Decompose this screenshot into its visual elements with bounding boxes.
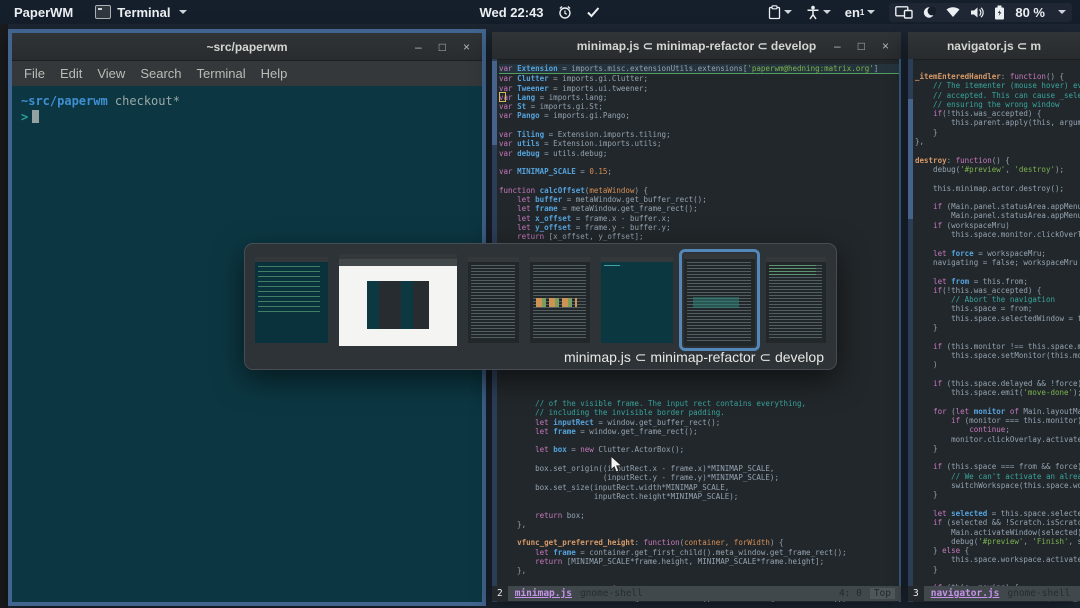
thumbnail-content (601, 262, 673, 343)
switcher-thumbnail-terminal-empty[interactable] (601, 257, 673, 343)
clipboard-button[interactable] (768, 4, 792, 20)
window-number-badge: 2 (492, 586, 508, 601)
menu-edit[interactable]: Edit (60, 66, 82, 81)
modeline-position: 4: 0 (838, 588, 862, 599)
terminal-titlebar[interactable]: ~src/paperwm – □ × (12, 33, 482, 61)
desktop-edge (0, 24, 8, 608)
display-icon (895, 5, 914, 19)
modeline-filename: navigator.js (930, 588, 1000, 599)
top-bar: PaperWM Terminal Wed 22:43 en 1 80 % (0, 0, 1080, 24)
thumbnail-content (530, 262, 590, 343)
code-area-top[interactable]: var Extension = imports.misc.extensionUt… (499, 64, 899, 251)
chevron-down-icon (822, 10, 831, 14)
editor-buffer[interactable]: _itemEnteredHandler: function() { // The… (908, 59, 1080, 602)
night-light-moon-icon (923, 6, 937, 19)
mouse-cursor (610, 454, 624, 480)
terminal-branch: checkout* (107, 94, 180, 108)
clock-button[interactable]: Wed 22:43 (479, 5, 543, 20)
battery-percent-label: 80 % (1015, 4, 1045, 20)
scrollbar[interactable] (908, 59, 913, 602)
window-thumbnail-row (255, 249, 826, 351)
terminal-prompt: > (21, 110, 29, 124)
menu-help[interactable]: Help (261, 66, 288, 81)
editor-modeline: 3 navigator.js gnome-shell (908, 586, 1080, 601)
modeline-scroll: Top (869, 588, 895, 599)
chevron-down-icon (179, 10, 188, 14)
thumbnail-content (468, 262, 519, 343)
code-area-bottom[interactable]: // of the visible frame. The input rect … (499, 399, 899, 602)
wifi-icon (946, 6, 960, 18)
editor-window-title: navigator.js ⊂ m (946, 38, 1042, 53)
switcher-thumbnail-terminal-text[interactable] (255, 257, 328, 343)
chevron-down-icon (783, 10, 792, 14)
window-number-badge: 3 (908, 586, 924, 601)
system-status-button[interactable]: 80 % (889, 2, 1072, 22)
maximize-button[interactable]: □ (858, 39, 865, 53)
activities-button[interactable]: PaperWM (14, 5, 89, 20)
menu-search[interactable]: Search (140, 66, 181, 81)
volume-icon (970, 6, 985, 19)
switcher-thumbnail-code-media[interactable] (530, 257, 590, 343)
code-area[interactable]: _itemEnteredHandler: function() { // The… (915, 72, 1080, 602)
chevron-down-icon (867, 10, 876, 14)
thumbnail-content (766, 262, 826, 343)
keyboard-layout-button[interactable]: en 1 (845, 5, 876, 20)
modeline-filename: minimap.js (514, 588, 572, 599)
modeline-project: gnome-shell (1007, 588, 1071, 599)
menu-view[interactable]: View (97, 66, 125, 81)
app-menu-button[interactable]: Terminal (117, 5, 170, 20)
window-edge (899, 59, 901, 602)
maximize-button[interactable]: □ (439, 40, 446, 54)
terminal-cwd: ~src/paperwm (21, 94, 108, 108)
menu-terminal[interactable]: Terminal (197, 66, 246, 81)
menu-file[interactable]: File (24, 66, 45, 81)
thumbnail-content (684, 259, 755, 346)
switcher-thumbnail-code-selected[interactable] (679, 249, 760, 351)
accessibility-button[interactable] (806, 5, 831, 20)
thumbnail-content (339, 259, 457, 346)
thumbnail-content (255, 262, 328, 343)
editor-window-title: minimap.js ⊂ minimap-refactor ⊂ develop (576, 38, 817, 53)
terminal-window-title: ~src/paperwm (206, 39, 288, 54)
chevron-down-icon (1058, 10, 1066, 14)
switcher-thumbnail-browser[interactable] (339, 254, 457, 346)
terminal-content[interactable]: ~src/paperwm checkout* > (12, 86, 482, 132)
window-switcher-popup: minimap.js ⊂ minimap-refactor ⊂ develop (244, 243, 837, 370)
terminal-app-icon (95, 5, 112, 19)
switcher-thumbnail-code-comments[interactable] (766, 257, 826, 343)
close-button[interactable]: × (463, 40, 470, 54)
editor-modeline: 2 minimap.js gnome-shell 4: 0 Top (492, 586, 901, 601)
editor-titlebar[interactable]: minimap.js ⊂ minimap-refactor ⊂ develop … (492, 32, 901, 60)
editor-titlebar[interactable]: navigator.js ⊂ m (908, 32, 1080, 60)
terminal-menubar: File Edit View Search Terminal Help (12, 61, 482, 86)
minimize-button[interactable]: – (415, 40, 422, 54)
modeline-project: gnome-shell (579, 588, 643, 599)
check-icon[interactable] (587, 6, 601, 18)
switcher-selected-label: minimap.js ⊂ minimap-refactor ⊂ develop (564, 349, 824, 365)
minimize-button[interactable]: – (834, 39, 841, 53)
terminal-cursor (32, 110, 40, 123)
switcher-thumbnail-code[interactable] (468, 257, 519, 343)
alarm-icon[interactable] (558, 5, 573, 20)
editor-cursor (499, 91, 506, 102)
battery-icon (994, 5, 1005, 20)
close-button[interactable]: × (882, 39, 889, 53)
editor-window-navigator: navigator.js ⊂ m _itemEnteredHandler: fu… (908, 32, 1080, 602)
